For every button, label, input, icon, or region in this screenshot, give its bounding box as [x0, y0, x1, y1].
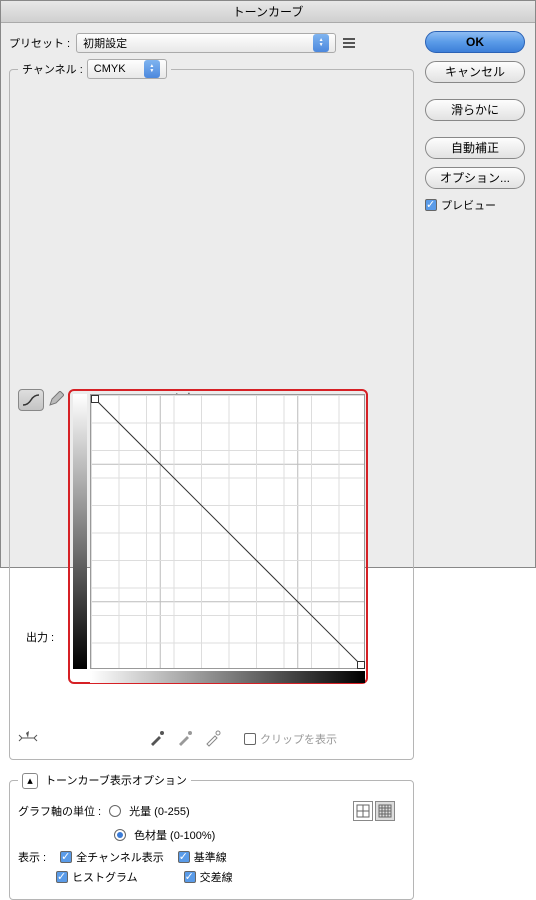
black-eyedropper-icon[interactable] — [148, 729, 168, 749]
histogram-label: ヒストグラム — [72, 869, 138, 885]
axis-pigment-radio[interactable] — [114, 829, 126, 841]
output-label: 出力 : — [26, 629, 54, 645]
intersect-checkbox[interactable] — [184, 871, 196, 883]
all-channels-label: 全チャンネル表示 — [76, 849, 164, 865]
all-channels-checkbox[interactable] — [60, 851, 72, 863]
curve-fieldset: チャンネル : CMYK ▲▼ — [9, 59, 414, 760]
channel-select[interactable]: CMYK ▲▼ — [87, 59, 167, 79]
dropdown-arrows-icon: ▲▼ — [144, 60, 160, 78]
baseline-label: 基準線 — [194, 849, 227, 865]
show-label: 表示 : — [18, 849, 46, 865]
pencil-tool-icon[interactable] — [48, 391, 66, 409]
preset-value: 初期設定 — [83, 35, 127, 51]
output-gradient-bar — [73, 394, 87, 669]
axis-pigment-label: 色材量 (0-100%) — [134, 827, 215, 843]
intersect-label: 交差線 — [200, 869, 233, 885]
display-options-fieldset: ▴ トーンカーブ表示オプション グラフ軸の単位 : 光量 (0-255) 色材量… — [9, 772, 414, 900]
tone-curve-dialog: トーンカーブ プリセット : 初期設定 ▲▼ チャンネル : CMYK ▲▼ — [0, 0, 536, 568]
scrub-icon[interactable] — [18, 730, 38, 749]
baseline-checkbox[interactable] — [178, 851, 190, 863]
smooth-button[interactable]: 滑らかに — [425, 99, 525, 121]
white-eyedropper-icon[interactable] — [204, 729, 224, 749]
gray-eyedropper-icon[interactable] — [176, 729, 196, 749]
curve-highlight-box — [68, 389, 368, 684]
grid-fine-button[interactable] — [375, 801, 395, 821]
preview-label: プレビュー — [441, 197, 496, 213]
axis-light-radio[interactable] — [109, 805, 121, 817]
grid-coarse-button[interactable] — [353, 801, 373, 821]
curve-point-white[interactable] — [91, 395, 99, 403]
channel-value: CMYK — [94, 63, 126, 75]
channel-label: チャンネル : — [22, 61, 83, 77]
axis-light-label: 光量 (0-255) — [129, 803, 190, 819]
preset-menu-icon[interactable] — [340, 34, 358, 52]
preset-label: プリセット : — [9, 35, 70, 51]
curve-tool-button[interactable] — [18, 389, 44, 411]
histogram-checkbox[interactable] — [56, 871, 68, 883]
options-button[interactable]: オプション... — [425, 167, 525, 189]
disclosure-triangle-icon[interactable]: ▴ — [22, 773, 38, 789]
ok-button[interactable]: OK — [425, 31, 525, 53]
show-clip-checkbox[interactable] — [244, 733, 256, 745]
dropdown-arrows-icon: ▲▼ — [313, 34, 329, 52]
preview-checkbox[interactable] — [425, 199, 437, 211]
curve-point-black[interactable] — [357, 661, 365, 669]
window-title: トーンカーブ — [1, 1, 535, 23]
axis-unit-label: グラフ軸の単位 : — [18, 803, 101, 819]
show-clip-label: クリップを表示 — [260, 731, 337, 747]
curve-grid[interactable] — [90, 394, 365, 669]
preset-select[interactable]: 初期設定 ▲▼ — [76, 33, 336, 53]
auto-button[interactable]: 自動補正 — [425, 137, 525, 159]
options-title: トーンカーブ表示オプション — [45, 775, 187, 787]
cancel-button[interactable]: キャンセル — [425, 61, 525, 83]
input-gradient-bar — [90, 671, 365, 683]
